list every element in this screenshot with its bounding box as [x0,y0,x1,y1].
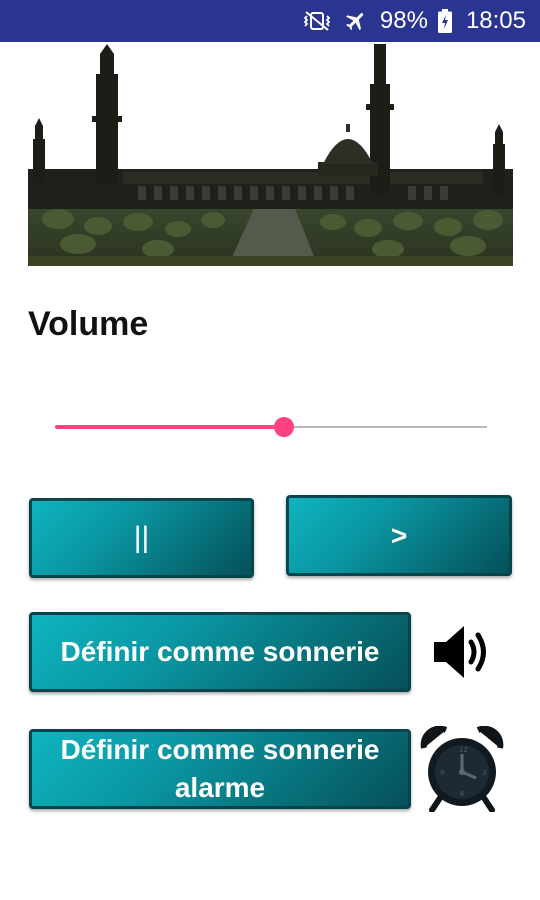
svg-text:9: 9 [440,769,444,777]
set-ringtone-label: Définir comme sonnerie [60,636,380,667]
volume-title: Volume [28,305,149,343]
pause-button-label: || [133,521,150,554]
svg-text:12: 12 [459,746,468,754]
set-ringtone-button[interactable]: Définir comme sonnerie [29,612,411,692]
svg-text:3: 3 [482,769,486,777]
speaker-icon [430,620,496,684]
set-alarm-ringtone-button[interactable]: Définir comme sonnerie alarme [29,729,411,809]
battery-level: 98% [379,7,428,34]
play-button[interactable]: > [286,495,512,576]
volume-slider[interactable] [55,412,487,442]
vibrate-mute-icon [302,10,332,32]
clock-time: 18:05 [465,7,526,34]
set-alarm-label-line1: Définir comme sonnerie [60,734,380,765]
alarm-clock-icon: 12 3 6 9 [418,725,506,813]
slider-thumb[interactable] [274,417,294,437]
airplane-icon [344,9,368,33]
set-alarm-label-line2: alarme [174,772,266,803]
pause-button[interactable]: || [29,498,254,578]
slider-fill [55,425,284,429]
mosque-banner-image [28,44,513,266]
status-bar: 98% 18:05 [0,0,540,42]
battery-charging-icon [437,9,452,33]
play-button-label: > [390,519,408,551]
svg-text:6: 6 [460,790,465,798]
